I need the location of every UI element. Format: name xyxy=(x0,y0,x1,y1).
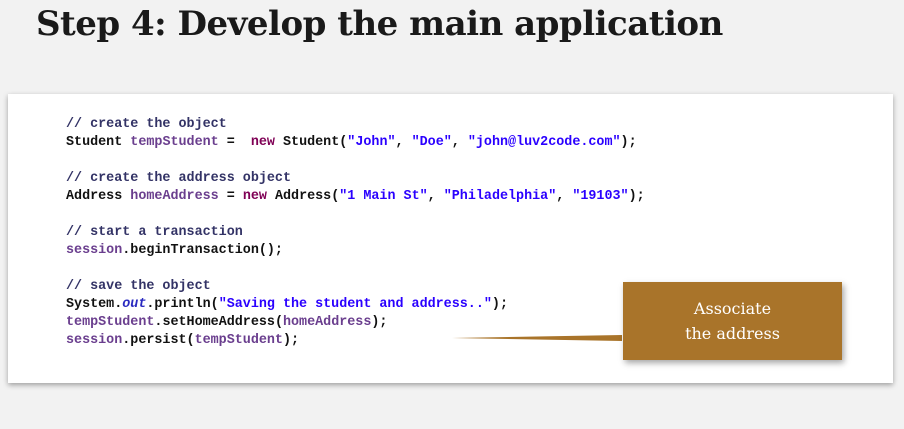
code-token: System. xyxy=(66,297,123,312)
code-token: .persist( xyxy=(122,333,195,348)
code-token: , xyxy=(395,135,412,150)
code-token: = xyxy=(218,135,251,150)
slide-title: Step 4: Develop the main application xyxy=(36,4,723,44)
code-token: , xyxy=(556,189,573,204)
code-token: , xyxy=(427,189,444,204)
code-token: out xyxy=(122,297,147,312)
code-string: "John" xyxy=(347,135,396,150)
code-token: .println( xyxy=(146,297,219,312)
code-token: ); xyxy=(371,315,388,330)
code-token: tempStudent xyxy=(130,135,219,150)
code-token: Address( xyxy=(266,189,340,204)
code-token: Student xyxy=(66,135,131,150)
code-comment: // create the object xyxy=(66,117,227,132)
code-string: "Saving the student and address.." xyxy=(218,297,492,312)
code-keyword: new xyxy=(250,135,275,150)
callout-text: Associate the address xyxy=(685,299,780,343)
code-token: ); xyxy=(282,333,300,348)
code-token: .setHomeAddress( xyxy=(154,315,283,330)
code-token: ); xyxy=(491,297,508,312)
code-token: , xyxy=(451,135,468,150)
code-string: "1 Main St" xyxy=(339,189,428,204)
code-block: // create the object Student tempStudent… xyxy=(66,116,645,350)
code-token: ); xyxy=(628,189,645,204)
code-token: .beginTransaction(); xyxy=(122,243,283,258)
code-token: = xyxy=(218,189,243,204)
code-keyword: new xyxy=(242,189,267,204)
code-string: "john@luv2code.com" xyxy=(467,135,621,150)
code-string: "Doe" xyxy=(411,135,452,150)
code-string: "Philadelphia" xyxy=(443,189,557,204)
code-token: tempStudent xyxy=(194,333,283,348)
code-token: homeAddress xyxy=(130,189,219,204)
code-token: homeAddress xyxy=(282,315,372,330)
callout-pointer xyxy=(452,335,622,341)
code-token: tempStudent xyxy=(66,315,155,330)
code-token: Address xyxy=(66,189,131,204)
code-token: session xyxy=(66,333,123,348)
code-comment: // save the object xyxy=(66,279,211,294)
code-comment: // create the address object xyxy=(66,171,291,186)
code-comment: // start a transaction xyxy=(66,225,243,240)
code-string: "19103" xyxy=(572,189,629,204)
code-token: ); xyxy=(620,135,637,150)
code-token: session xyxy=(66,243,123,258)
code-token: Student( xyxy=(274,135,348,150)
callout-box: Associate the address xyxy=(623,282,842,360)
